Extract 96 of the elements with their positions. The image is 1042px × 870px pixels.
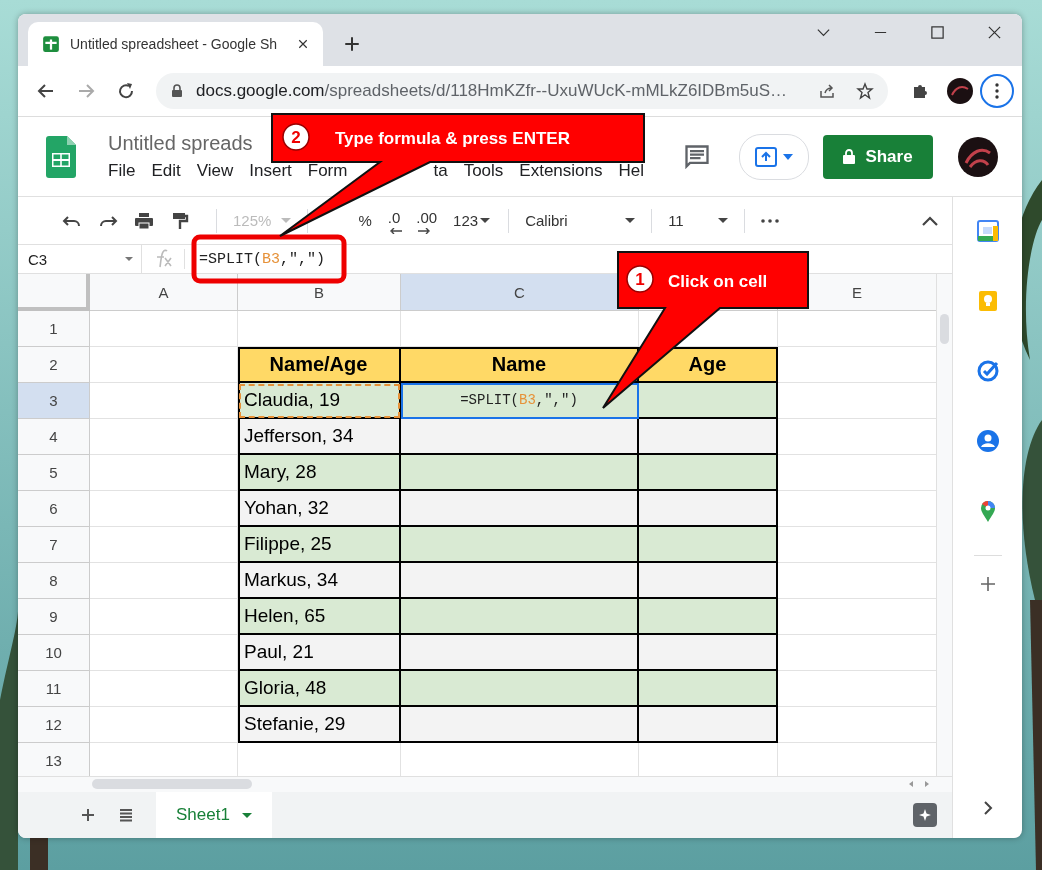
table-cell: Filippe, 25 xyxy=(238,527,401,563)
spreadsheet-icon xyxy=(42,35,60,53)
callout-text: Type formula & press ENTER xyxy=(335,129,570,148)
sheet-list-icon[interactable] xyxy=(118,807,134,823)
row-header[interactable]: 9 xyxy=(18,599,90,635)
font-select[interactable]: Calibri xyxy=(519,212,642,229)
caret-icon xyxy=(281,218,292,223)
menu-item[interactable]: Extensions xyxy=(519,161,603,181)
document-title[interactable]: Untitled spreads xyxy=(108,132,253,155)
calendar-icon[interactable] xyxy=(975,219,1000,243)
sheets-logo-icon xyxy=(46,135,76,178)
paint-format-icon[interactable] xyxy=(170,210,190,231)
chevron-up-icon[interactable] xyxy=(922,215,938,226)
contacts-icon[interactable] xyxy=(975,429,1000,453)
table-header-cell: Name xyxy=(401,347,639,383)
row-header[interactable]: 11 xyxy=(18,671,90,707)
share-icon[interactable] xyxy=(818,82,836,100)
active-cell[interactable]: =SPLIT(B3,",") xyxy=(401,383,639,419)
comment-icon[interactable] xyxy=(683,142,711,171)
caret-icon xyxy=(625,218,636,223)
tasks-icon[interactable] xyxy=(975,359,1000,383)
scrollbar[interactable] xyxy=(936,274,952,776)
menu-icon[interactable] xyxy=(980,74,1014,108)
present-button[interactable] xyxy=(739,133,809,180)
table-cell: Claudia, 19 xyxy=(238,383,401,419)
row-header[interactable]: 7 xyxy=(18,527,90,563)
left-arrow-icon xyxy=(389,228,402,234)
font-size-select[interactable]: 11 xyxy=(662,212,735,229)
row-header[interactable]: 2 xyxy=(18,347,90,383)
chevron-right-icon[interactable] xyxy=(982,800,993,816)
explore-button[interactable] xyxy=(913,803,937,827)
table-cell: Helen, 65 xyxy=(238,599,401,635)
table-cell: Stefanie, 29 xyxy=(238,707,401,743)
formula-input[interactable]: =SPLIT(B3,",") xyxy=(185,250,326,268)
row-header[interactable]: 4 xyxy=(18,419,90,455)
sparkle-icon xyxy=(918,808,932,822)
more-icon[interactable] xyxy=(761,218,780,223)
close-icon[interactable] xyxy=(297,38,309,50)
menu-item[interactable]: Tools xyxy=(463,161,504,181)
table-cell: Jefferson, 34 xyxy=(238,419,401,455)
menu-item[interactable]: Hel xyxy=(618,161,644,181)
decrease-decimals-button[interactable]: .0 xyxy=(387,209,401,232)
caret-icon xyxy=(718,218,729,223)
menu-item[interactable]: Insert xyxy=(249,161,292,181)
menu-item[interactable]: View xyxy=(196,161,234,181)
column-header[interactable]: B xyxy=(238,274,401,311)
add-icon[interactable] xyxy=(979,576,996,592)
row-header[interactable]: 5 xyxy=(18,455,90,491)
row-header[interactable]: 12 xyxy=(18,707,90,743)
avatar[interactable] xyxy=(946,77,974,105)
step-number-badge: 1 xyxy=(626,265,654,293)
row-header[interactable]: 6 xyxy=(18,491,90,527)
caret-icon xyxy=(480,218,491,223)
table-cell: Gloria, 48 xyxy=(238,671,401,707)
close-icon[interactable] xyxy=(987,25,1002,40)
lock-icon xyxy=(170,84,184,98)
table-cell: Markus, 34 xyxy=(238,563,401,599)
add-sheet-icon[interactable] xyxy=(80,807,96,823)
reload-icon[interactable] xyxy=(116,81,136,101)
url-text: docs.google.com/spreadsheets/d/118HmKZfr--UxuWUcK-mMLkZ6IDBm5uS… xyxy=(196,81,789,101)
address-bar[interactable]: docs.google.com/spreadsheets/d/118HmKZfr--UxuWUcK-mMLkZ6IDBm5uS… xyxy=(156,73,888,109)
menu-item[interactable]: Form xyxy=(307,161,348,181)
present-icon xyxy=(755,146,777,167)
table-header-cell: Name/Age xyxy=(238,347,401,383)
browser-tab[interactable]: Untitled spreadsheet - Google Sh xyxy=(28,22,323,66)
row-header[interactable]: 3 xyxy=(18,383,90,419)
name-box[interactable]: C3 xyxy=(18,245,142,273)
caret-icon xyxy=(241,812,252,818)
right-arrow-icon xyxy=(418,228,431,234)
row-header[interactable]: 8 xyxy=(18,563,90,599)
scrollbar[interactable] xyxy=(18,776,952,792)
callout-text: Click on cell xyxy=(668,272,768,291)
print-icon[interactable] xyxy=(134,210,154,231)
row-header[interactable]: 13 xyxy=(18,743,90,776)
menu-item[interactable]: Edit xyxy=(151,161,181,181)
star-icon[interactable] xyxy=(856,82,874,100)
lock-icon xyxy=(843,149,856,164)
increase-decimals-button[interactable]: .00 xyxy=(416,209,438,232)
step-number-badge: 2 xyxy=(282,123,310,151)
table-cell: Paul, 21 xyxy=(238,635,401,671)
percent-button[interactable]: % xyxy=(358,212,372,229)
caret-icon xyxy=(783,153,793,160)
table-cell: Mary, 28 xyxy=(238,455,401,491)
avatar[interactable] xyxy=(958,136,998,177)
share-button[interactable]: Share xyxy=(823,134,933,179)
column-header[interactable]: A xyxy=(90,274,238,311)
row-header[interactable]: 1 xyxy=(18,311,90,347)
menu-item[interactable]: File xyxy=(108,161,136,181)
menu-item[interactable]: ta xyxy=(433,161,448,181)
table-cell: Yohan, 32 xyxy=(238,491,401,527)
row-header[interactable]: 10 xyxy=(18,635,90,671)
tab-title: Untitled spreadsheet - Google Sh xyxy=(70,36,278,52)
sheet-tab[interactable]: Sheet1 xyxy=(156,792,272,838)
new-tab-icon[interactable] xyxy=(343,35,361,53)
maximize-icon[interactable] xyxy=(930,25,945,40)
number-format-select[interactable]: 123 xyxy=(453,212,491,229)
